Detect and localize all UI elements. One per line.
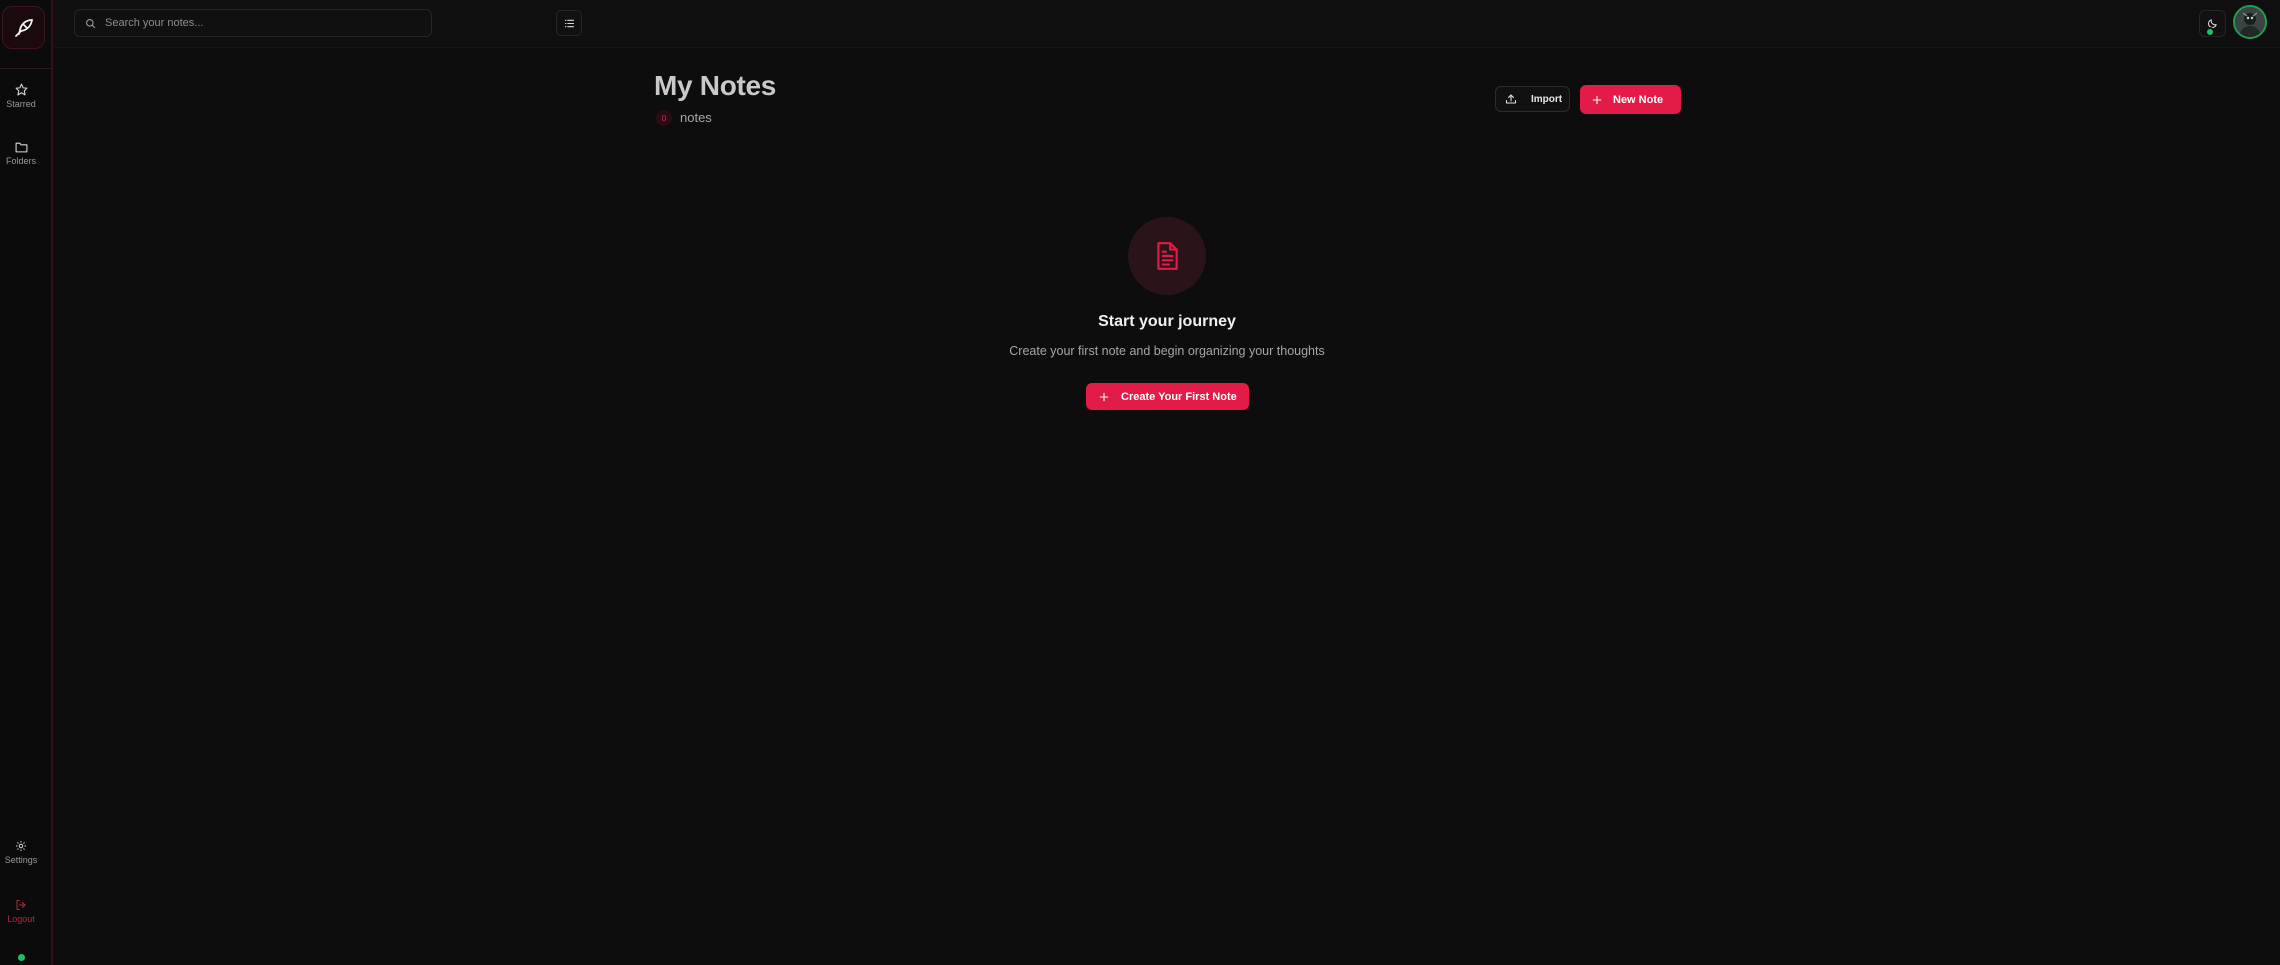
plus-icon [1592, 95, 1602, 104]
search-icon [86, 18, 96, 28]
sidebar-item-logout[interactable]: Logout [0, 899, 42, 924]
new-note-button-label: New Note [1613, 93, 1664, 106]
sidebar: Starred Folders Settings Logout [0, 0, 53, 965]
list-icon [564, 19, 574, 27]
empty-state-title: Start your journey [1098, 313, 1236, 330]
app-logo[interactable] [2, 6, 45, 49]
search-input[interactable] [105, 17, 405, 29]
notes-count-label: notes [680, 110, 712, 125]
avatar-image [2235, 7, 2265, 37]
sidebar-item-settings[interactable]: Settings [0, 840, 42, 865]
create-first-note-label: Create Your First Note [1121, 390, 1237, 403]
import-button-label: Import [1531, 93, 1563, 105]
star-icon [15, 83, 27, 96]
view-toggle-button[interactable] [556, 10, 582, 36]
empty-state-subtitle: Create your first note and begin organiz… [1009, 344, 1325, 358]
top-bar [53, 0, 2280, 48]
logout-icon [16, 900, 26, 910]
notes-count-badge: 0 [656, 110, 672, 126]
user-avatar[interactable] [2233, 5, 2267, 39]
sidebar-item-label: Settings [4, 855, 38, 865]
upload-icon [1505, 94, 1517, 104]
document-icon [1157, 242, 1178, 270]
new-note-button[interactable]: New Note [1580, 85, 1681, 114]
sidebar-item-label: Logout [7, 914, 35, 924]
connection-status-dot [18, 954, 25, 961]
sidebar-item-starred[interactable]: Starred [0, 83, 42, 109]
create-first-note-button[interactable]: Create Your First Note [1086, 383, 1249, 410]
feather-logo-icon [14, 18, 33, 37]
app-root: Starred Folders Settings Logout Search y… [0, 0, 2280, 965]
gear-icon [16, 841, 26, 851]
search-box [74, 9, 432, 37]
sidebar-item-label: Folders [5, 156, 36, 166]
online-status-badge [2205, 27, 2215, 37]
sidebar-item-folders[interactable]: Folders [0, 141, 42, 166]
sidebar-item-label: Starred [6, 99, 36, 109]
page-title: My Notes [654, 70, 777, 101]
empty-state-icon-circle [1128, 217, 1206, 295]
plus-icon [1099, 392, 1109, 401]
import-button[interactable]: Import [1495, 86, 1570, 112]
folder-icon [15, 142, 27, 153]
sidebar-divider [0, 68, 51, 69]
